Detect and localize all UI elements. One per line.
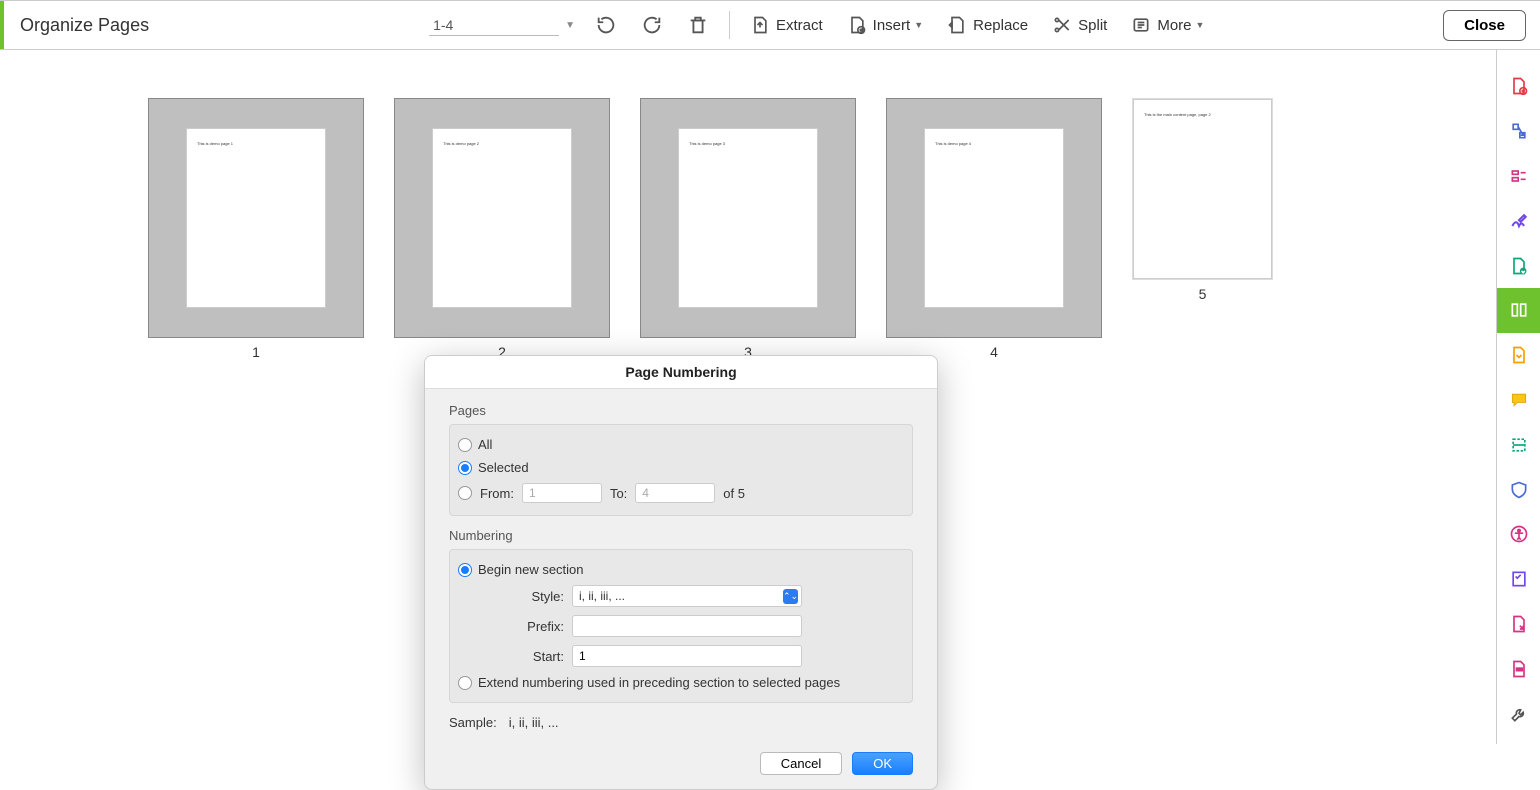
page-title: Organize Pages [20, 15, 149, 36]
page-preview: This is demo page 4 [924, 128, 1064, 308]
more-button[interactable]: More ▼ [1127, 11, 1208, 39]
combine-files-icon[interactable] [1497, 109, 1540, 154]
prefix-label: Prefix: [518, 619, 564, 634]
start-label: Start: [518, 649, 564, 664]
page-number-label: 1 [252, 344, 260, 360]
extend-label: Extend numbering used in preceding secti… [478, 675, 840, 690]
style-label: Style: [518, 589, 564, 604]
page-thumbnail[interactable]: This is demo page 1 1 [148, 98, 364, 360]
right-sidebar [1496, 50, 1540, 744]
page-thumbnail[interactable]: This is demo page 4 4 [886, 98, 1102, 360]
edit-pdf-icon[interactable] [1497, 154, 1540, 199]
insert-button[interactable]: Insert ▼ [843, 11, 927, 39]
export-pdf-icon[interactable] [1497, 243, 1540, 288]
compress-icon[interactable] [1497, 333, 1540, 378]
replace-label: Replace [973, 17, 1028, 34]
begin-new-label: Begin new section [478, 562, 584, 577]
extract-button[interactable]: Extract [746, 11, 827, 39]
chevron-down-icon[interactable]: ▼ [565, 20, 575, 31]
accessibility-icon[interactable] [1497, 512, 1540, 557]
style-select[interactable]: i, ii, iii, ... ⌃⌄ [572, 585, 802, 607]
pages-section: All Selected From: To: of 5 [449, 424, 913, 516]
create-pdf-icon[interactable] [1497, 64, 1540, 109]
from-input[interactable] [522, 483, 602, 503]
radio-selected[interactable] [458, 461, 472, 475]
thumbnail-frame: This is demo page 1 [148, 98, 364, 338]
divider [729, 11, 730, 39]
page-range-input[interactable] [429, 15, 559, 36]
sample-value: i, ii, iii, ... [509, 715, 559, 730]
tools-icon[interactable] [1497, 691, 1540, 736]
from-label: From: [480, 486, 514, 501]
page-numbering-dialog: Page Numbering Pages All Selected From: … [424, 355, 938, 790]
ok-button[interactable]: OK [852, 752, 913, 775]
split-label: Split [1078, 17, 1107, 34]
to-label: To: [610, 486, 627, 501]
organize-pages-icon[interactable] [1497, 288, 1540, 333]
accent-bar [0, 1, 4, 49]
extract-label: Extract [776, 17, 823, 34]
rotate-right-button[interactable] [637, 10, 667, 40]
radio-all[interactable] [458, 438, 472, 452]
thumbnail-frame: This is demo page 4 [886, 98, 1102, 338]
sample-label: Sample: [449, 715, 497, 730]
cancel-button[interactable]: Cancel [760, 752, 842, 775]
delete-button[interactable] [683, 10, 713, 40]
chevron-down-icon: ▼ [914, 20, 923, 30]
page-number-label: 5 [1199, 286, 1207, 302]
replace-button[interactable]: Replace [943, 11, 1032, 39]
page-thumbnail[interactable]: This is the main content page, page 2 5 [1132, 98, 1273, 302]
protect-icon[interactable] [1497, 467, 1540, 512]
radio-begin-new[interactable] [458, 563, 472, 577]
start-input[interactable] [572, 645, 802, 667]
radio-all-label: All [478, 437, 492, 452]
scan-icon[interactable] [1497, 422, 1540, 467]
rotate-left-button[interactable] [591, 10, 621, 40]
page-preview: This is demo page 1 [186, 128, 326, 308]
sign-icon[interactable] [1497, 198, 1540, 243]
page-number-label: 4 [990, 344, 998, 360]
prefix-input[interactable] [572, 615, 802, 637]
to-input[interactable] [635, 483, 715, 503]
page-thumbnail[interactable]: This is demo page 33 [640, 98, 856, 360]
radio-from[interactable] [458, 486, 472, 500]
toolbar: Organize Pages ▼ Extract Insert ▼ Replac… [0, 0, 1540, 50]
chevron-up-down-icon: ⌃⌄ [783, 589, 798, 604]
radio-extend[interactable] [458, 676, 472, 690]
page-thumbnail[interactable]: This is demo page 22 [394, 98, 610, 360]
page-preview: This is demo page 2 [432, 128, 572, 308]
page-preview: This is demo page 3 [678, 128, 818, 308]
radio-selected-label: Selected [478, 460, 529, 475]
page-preview: This is the main content page, page 2 [1133, 99, 1272, 279]
thumbnail-frame: This is demo page 3 [640, 98, 856, 338]
numbering-section-label: Numbering [449, 528, 913, 543]
form-icon[interactable] [1497, 557, 1540, 602]
thumbnail-frame: This is the main content page, page 2 [1132, 98, 1273, 280]
chevron-down-icon: ▼ [1196, 20, 1205, 30]
comment-icon[interactable] [1497, 378, 1540, 423]
style-value: i, ii, iii, ... [579, 589, 625, 603]
insert-label: Insert [873, 17, 911, 34]
numbering-section: Begin new section Style: i, ii, iii, ...… [449, 549, 913, 703]
of-label: of 5 [723, 486, 745, 501]
thumbnail-frame: This is demo page 2 [394, 98, 610, 338]
more-label: More [1157, 17, 1191, 34]
dialog-title: Page Numbering [425, 356, 937, 389]
pages-section-label: Pages [449, 403, 913, 418]
split-button[interactable]: Split [1048, 11, 1111, 39]
close-button[interactable]: Close [1443, 10, 1526, 41]
send-for-signature-icon[interactable] [1497, 602, 1540, 647]
redact-icon[interactable] [1497, 646, 1540, 691]
